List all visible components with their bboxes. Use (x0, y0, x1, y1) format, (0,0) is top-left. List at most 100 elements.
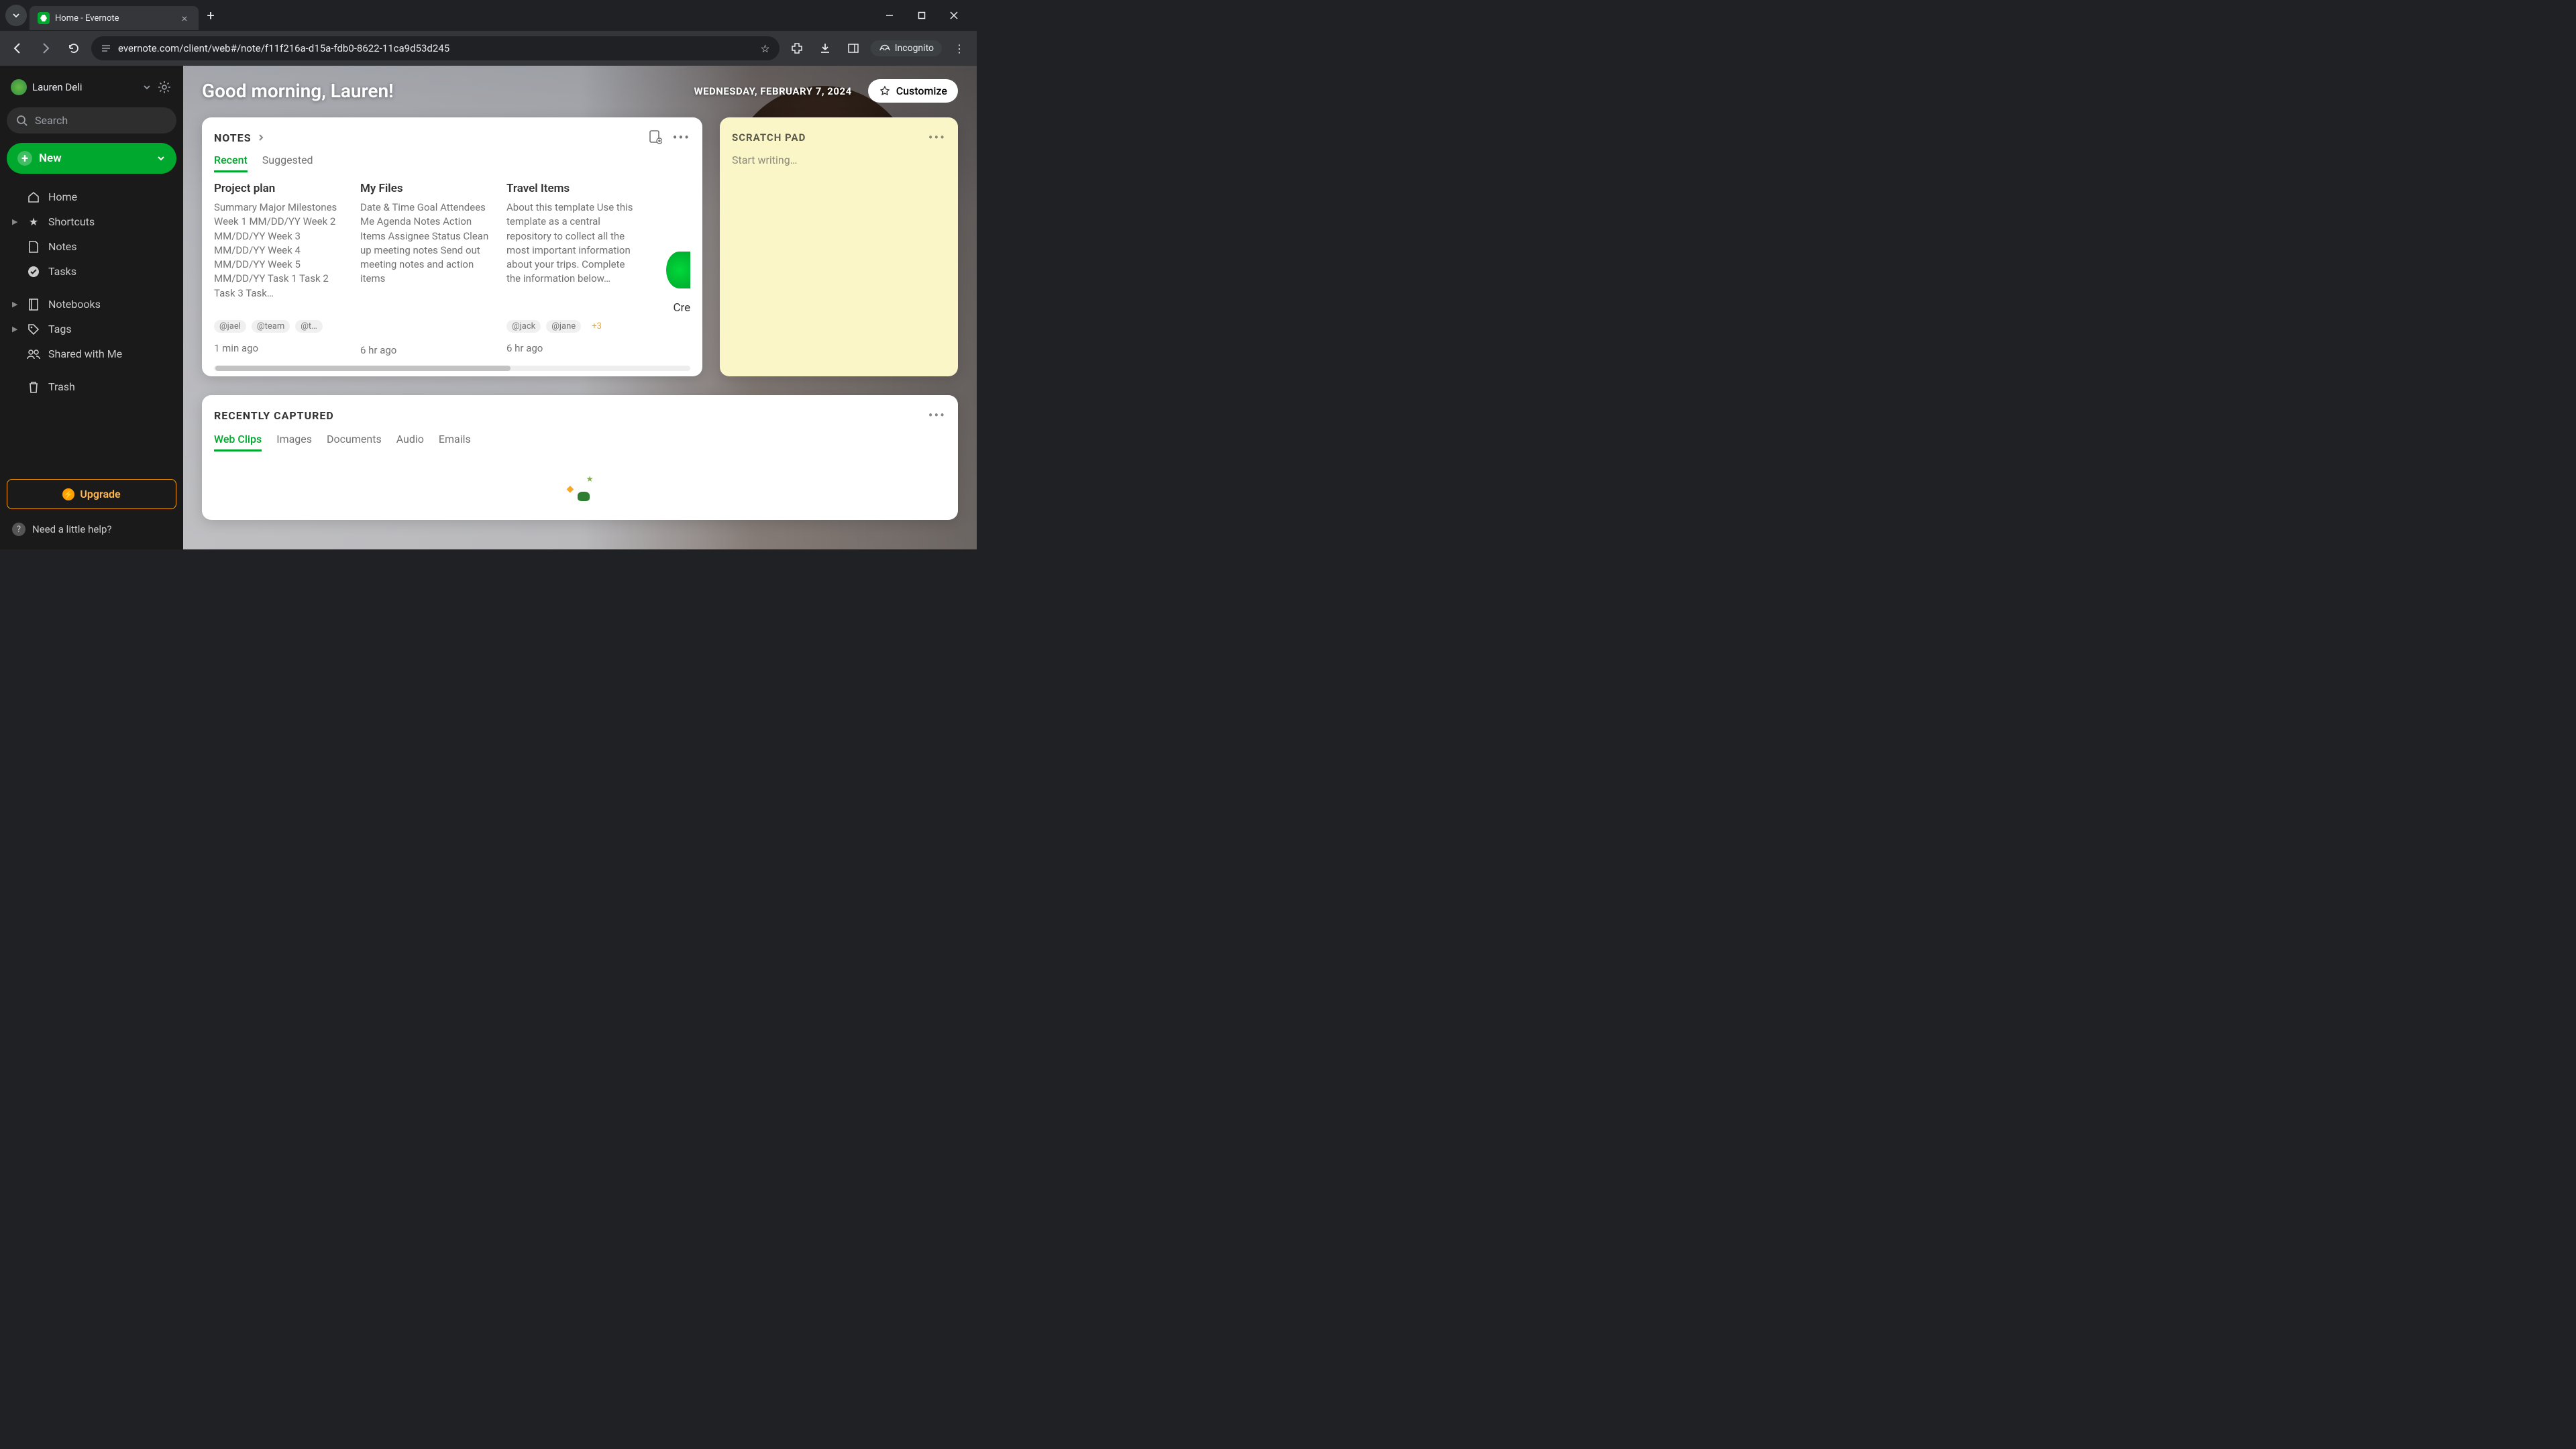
notes-widget: NOTES ••• Recent Suggested Project pl (202, 117, 702, 376)
search-input[interactable]: Search (7, 107, 176, 133)
scratch-pad-textarea[interactable]: Start writing… (732, 154, 946, 166)
recently-captured-widget: RECENTLY CAPTURED ••• Web Clips Images D… (202, 395, 958, 520)
forward-button[interactable] (35, 38, 56, 59)
url-text: evernote.com/client/web#/note/f11f216a-d… (118, 42, 753, 54)
sidebar-item-label: Shortcuts (48, 215, 95, 228)
reload-button[interactable] (63, 38, 85, 59)
incognito-icon (879, 44, 891, 53)
tab-recent[interactable]: Recent (214, 154, 248, 172)
account-menu[interactable]: Lauren Deli (7, 75, 176, 99)
address-bar[interactable]: evernote.com/client/web#/note/f11f216a-d… (91, 36, 780, 60)
chevron-right-icon[interactable] (257, 133, 265, 142)
new-note-icon[interactable] (649, 129, 662, 146)
check-circle-icon (27, 266, 40, 278)
main-content: Good morning, Lauren! WEDNESDAY, FEBRUAR… (183, 66, 977, 549)
note-body: About this template Use this template as… (506, 201, 641, 313)
note-title: My Files (360, 182, 494, 195)
customize-label: Customize (896, 85, 947, 97)
home-icon (27, 191, 40, 203)
scrollbar-thumb[interactable] (215, 366, 511, 371)
note-card[interactable]: Project plan Summary Major Milestones We… (214, 182, 348, 356)
sidebar: Lauren Deli Search + New Home ▶ ★ Shortc… (0, 66, 183, 549)
sidebar-item-tasks[interactable]: Tasks (7, 259, 176, 284)
more-icon[interactable]: ••• (673, 129, 690, 146)
note-body: Date & Time Goal Attendees Me Agenda Not… (360, 201, 494, 313)
chevron-down-icon (143, 83, 151, 91)
sidebar-item-notebooks[interactable]: ▶ Notebooks (7, 292, 176, 317)
downloads-icon[interactable] (814, 38, 836, 59)
greeting-text: Good morning, Lauren! (202, 80, 394, 102)
tab-emails[interactable]: Emails (439, 433, 471, 451)
note-timestamp: 1 min ago (214, 342, 348, 354)
expand-icon[interactable]: ▶ (12, 217, 19, 226)
note-tags: @jack @jane +3 (506, 320, 641, 333)
sidebar-item-home[interactable]: Home (7, 184, 176, 209)
note-title: Travel Items (506, 182, 641, 195)
sidebar-item-label: Notebooks (48, 298, 101, 311)
sidebar-item-notes[interactable]: Notes (7, 234, 176, 259)
sidepanel-icon[interactable] (843, 38, 864, 59)
captured-title: RECENTLY CAPTURED (214, 409, 334, 422)
back-button[interactable] (7, 38, 28, 59)
scratch-pad-widget: SCRATCH PAD ••• Start writing… (720, 117, 958, 376)
new-tab-button[interactable]: + (201, 6, 220, 25)
close-tab-icon[interactable]: × (178, 12, 191, 24)
create-label: Create (673, 301, 690, 315)
customize-icon (879, 85, 891, 97)
extensions-icon[interactable] (786, 38, 808, 59)
help-icon: ? (12, 523, 25, 536)
sidebar-item-label: Shared with Me (48, 347, 122, 360)
note-body: Summary Major Milestones Week 1 MM/DD/YY… (214, 201, 348, 313)
more-icon[interactable]: ••• (928, 129, 946, 146)
tab-suggested[interactable]: Suggested (262, 154, 313, 172)
expand-icon[interactable]: ▶ (12, 325, 19, 333)
tab-web-clips[interactable]: Web Clips (214, 433, 262, 451)
create-note-peek[interactable]: Create (653, 182, 690, 356)
tag-icon (27, 323, 40, 335)
expand-icon[interactable]: ▶ (12, 300, 19, 309)
upgrade-label: Upgrade (80, 488, 120, 500)
star-icon: ★ (27, 215, 40, 228)
browser-menu-icon[interactable]: ⋮ (949, 38, 970, 59)
sidebar-item-shared[interactable]: Shared with Me (7, 341, 176, 366)
tab-audio[interactable]: Audio (396, 433, 424, 451)
incognito-badge[interactable]: Incognito (871, 40, 942, 56)
sidebar-item-trash[interactable]: Trash (7, 374, 176, 399)
incognito-label: Incognito (895, 43, 934, 54)
sidebar-item-label: Notes (48, 240, 77, 253)
sidebar-item-tags[interactable]: ▶ Tags (7, 317, 176, 341)
tab-title: Home - Evernote (55, 13, 173, 23)
note-card[interactable]: My Files Date & Time Goal Attendees Me A… (360, 182, 494, 356)
sidebar-item-label: Tags (48, 323, 72, 335)
more-icon[interactable]: ••• (928, 407, 946, 423)
date-text: WEDNESDAY, FEBRUARY 7, 2024 (694, 85, 851, 97)
evernote-favicon (38, 12, 50, 24)
minimize-icon[interactable] (880, 6, 899, 25)
new-button-label: New (39, 152, 150, 165)
upgrade-button[interactable]: ⚡ Upgrade (7, 479, 176, 509)
help-link[interactable]: ? Need a little help? (7, 519, 176, 540)
user-name: Lauren Deli (32, 81, 138, 93)
search-icon (16, 115, 28, 127)
plus-icon: + (17, 151, 32, 166)
note-timestamp: 6 hr ago (506, 342, 641, 354)
sidebar-item-label: Home (48, 191, 77, 203)
tab-search-dropdown[interactable] (5, 5, 27, 26)
note-card[interactable]: Travel Items About this template Use thi… (506, 182, 641, 356)
notes-widget-title[interactable]: NOTES (214, 131, 252, 144)
horizontal-scrollbar[interactable] (214, 366, 690, 371)
bookmark-star-icon[interactable]: ☆ (760, 42, 769, 55)
settings-gear-icon[interactable] (156, 79, 172, 95)
maximize-icon[interactable] (912, 6, 931, 25)
site-info-icon[interactable] (101, 43, 111, 54)
new-button[interactable]: + New (7, 143, 176, 174)
chevron-down-icon (156, 154, 166, 163)
close-window-icon[interactable] (945, 6, 963, 25)
empty-state-illustration: ★ ◆ (214, 461, 946, 501)
tab-documents[interactable]: Documents (327, 433, 382, 451)
tab-images[interactable]: Images (276, 433, 312, 451)
customize-button[interactable]: Customize (868, 79, 958, 103)
browser-tab[interactable]: Home - Evernote × (30, 6, 199, 30)
sidebar-item-label: Trash (48, 380, 75, 393)
sidebar-item-shortcuts[interactable]: ▶ ★ Shortcuts (7, 209, 176, 234)
